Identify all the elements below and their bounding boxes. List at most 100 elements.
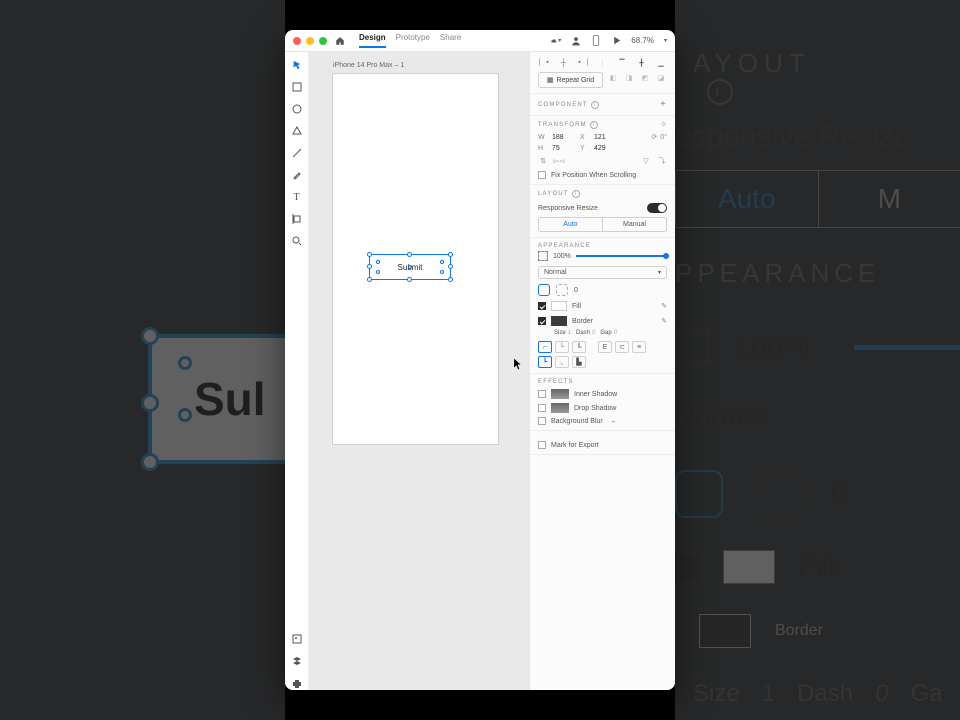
y-input[interactable]: 429 — [594, 145, 616, 152]
fill-swatch[interactable] — [551, 301, 567, 311]
eyedropper-icon[interactable]: ✎ — [661, 317, 667, 325]
cap-round-icon[interactable]: ◟ — [555, 356, 569, 368]
minimize-icon[interactable] — [306, 37, 314, 45]
rotate-cw-icon[interactable]: ⤵ — [657, 156, 667, 166]
align-bottom-icon[interactable]: ▁ — [655, 57, 667, 69]
border-checkbox[interactable] — [538, 317, 546, 325]
bg-blur-checkbox[interactable] — [538, 417, 546, 425]
info-icon[interactable]: i — [591, 101, 599, 109]
pen-tool[interactable] — [290, 168, 304, 182]
resize-mode-segment[interactable]: Auto Manual — [538, 217, 667, 232]
border-swatch[interactable] — [551, 316, 567, 326]
h-label: H — [538, 145, 546, 152]
repeat-grid-button[interactable]: ▦ Repeat Grid — [538, 72, 603, 88]
polygon-tool[interactable] — [290, 124, 304, 138]
corner-uniform-icon[interactable] — [538, 284, 550, 296]
inner-shadow-checkbox[interactable] — [538, 390, 546, 398]
text-tool[interactable]: T — [290, 190, 304, 204]
artboard[interactable]: Submit — [333, 74, 498, 444]
opacity-slider[interactable] — [576, 255, 667, 257]
line-tool[interactable] — [290, 146, 304, 160]
chevron-down-icon[interactable]: ▾ — [664, 37, 667, 44]
align-stroke-center-icon[interactable]: ⊂ — [615, 341, 629, 353]
border-dash-input[interactable]: 0 — [592, 330, 595, 336]
align-left-icon[interactable]: ⎸▪ — [538, 57, 550, 69]
opacity-input[interactable]: 100% — [553, 253, 571, 260]
cap-butt-icon[interactable]: ┗ — [538, 356, 552, 368]
flip-h-icon[interactable]: ▻◅ — [554, 156, 564, 166]
rectangle-tool[interactable] — [290, 80, 304, 94]
zoom-level[interactable]: 68.7% — [631, 36, 654, 45]
align-top-icon[interactable]: ▔ — [616, 57, 628, 69]
select-tool[interactable] — [290, 58, 304, 72]
inner-shadow-swatch[interactable] — [551, 389, 569, 399]
fill-label: Fill — [572, 303, 581, 310]
blend-mode-value: Normal — [544, 269, 567, 276]
plugins-icon[interactable] — [290, 676, 304, 690]
layout-section: LAYOUTi Responsive Resize Auto Manual — [530, 185, 675, 238]
align-hcenter-icon[interactable]: ┼ — [558, 57, 570, 69]
rotate-icon[interactable]: ⟳ — [651, 133, 657, 141]
tab-prototype[interactable]: Prototype — [396, 33, 430, 48]
drop-shadow-swatch[interactable] — [551, 403, 569, 413]
effects-section: EFFECTS Inner Shadow Drop Shadow Backgro… — [530, 374, 675, 431]
boolean-subtract-icon[interactable]: ◨ — [623, 72, 635, 84]
resize-auto[interactable]: Auto — [539, 218, 602, 231]
background-ghost-left: Sul — [0, 0, 285, 720]
eyedropper-icon[interactable]: ✎ — [661, 302, 667, 310]
stroke-center-icon[interactable]: └ — [555, 341, 569, 353]
artboard-label[interactable]: iPhone 14 Pro Max – 1 — [333, 62, 404, 69]
blend-mode-select[interactable]: Normal ▾ — [538, 266, 667, 279]
assets-icon[interactable] — [290, 632, 304, 646]
maximize-icon[interactable] — [319, 37, 327, 45]
window-controls[interactable] — [293, 37, 327, 45]
zoom-tool[interactable] — [290, 234, 304, 248]
device-preview-icon[interactable] — [591, 36, 601, 46]
border-gap-input[interactable]: 0 — [614, 330, 617, 336]
align-vcenter-icon[interactable]: ╋ — [636, 57, 648, 69]
selected-submit-button[interactable]: Submit — [369, 254, 451, 280]
border-size-input[interactable]: 1 — [568, 330, 571, 336]
align-stroke-right-icon[interactable]: ≡ — [632, 341, 646, 353]
boolean-intersect-icon[interactable]: ◩ — [639, 72, 651, 84]
boolean-add-icon[interactable]: ◧ — [607, 72, 619, 84]
export-checkbox[interactable] — [538, 441, 546, 449]
stroke-inner-icon[interactable]: ⌐ — [538, 341, 552, 353]
3d-transform-icon[interactable]: ⟐ — [661, 122, 667, 129]
drop-shadow-checkbox[interactable] — [538, 404, 546, 412]
home-icon[interactable] — [335, 36, 345, 46]
flip-v-icon[interactable]: ▽ — [641, 156, 651, 166]
info-icon[interactable]: i — [572, 190, 580, 198]
ellipse-tool[interactable] — [290, 102, 304, 116]
x-input[interactable]: 121 — [594, 134, 616, 141]
effects-label: EFFECTS — [538, 379, 667, 385]
add-component-icon[interactable]: + — [660, 99, 667, 110]
rotation-input[interactable]: 0° — [660, 134, 667, 141]
fix-scroll-checkbox[interactable] — [538, 171, 546, 179]
play-icon[interactable] — [611, 36, 621, 46]
stroke-outer-icon[interactable]: ╚ — [572, 341, 586, 353]
canvas[interactable]: iPhone 14 Pro Max – 1 Submit — [309, 52, 529, 690]
align-stroke-left-icon[interactable]: E — [598, 341, 612, 353]
height-input[interactable]: 75 — [552, 145, 574, 152]
artboard-tool[interactable] — [290, 212, 304, 226]
corner-radius-input[interactable]: 0 — [574, 287, 578, 294]
user-icon[interactable] — [571, 36, 581, 46]
responsive-toggle[interactable] — [647, 203, 667, 213]
lock-aspect-icon[interactable]: ⇅ — [538, 156, 548, 166]
chevron-down-icon[interactable]: › — [609, 420, 616, 422]
boolean-exclude-icon[interactable]: ◪ — [655, 72, 667, 84]
fill-checkbox[interactable] — [538, 302, 546, 310]
close-icon[interactable] — [293, 37, 301, 45]
resize-manual[interactable]: Manual — [602, 218, 666, 231]
cap-square-icon[interactable]: ▙ — [572, 356, 586, 368]
transform-section: TRANSFORMi⟐ W188 X121 ⟳0° H75 Y429 ⇅ ▻◅ … — [530, 116, 675, 185]
layers-icon[interactable] — [290, 654, 304, 668]
cloud-sync-icon[interactable]: ▾ — [551, 36, 561, 46]
tab-share[interactable]: Share — [440, 33, 461, 48]
width-input[interactable]: 188 — [552, 134, 574, 141]
tab-design[interactable]: Design — [359, 33, 386, 48]
corner-independent-icon[interactable] — [556, 284, 568, 296]
align-right-icon[interactable]: ▪⎹ — [577, 57, 589, 69]
info-icon[interactable]: i — [590, 121, 598, 129]
